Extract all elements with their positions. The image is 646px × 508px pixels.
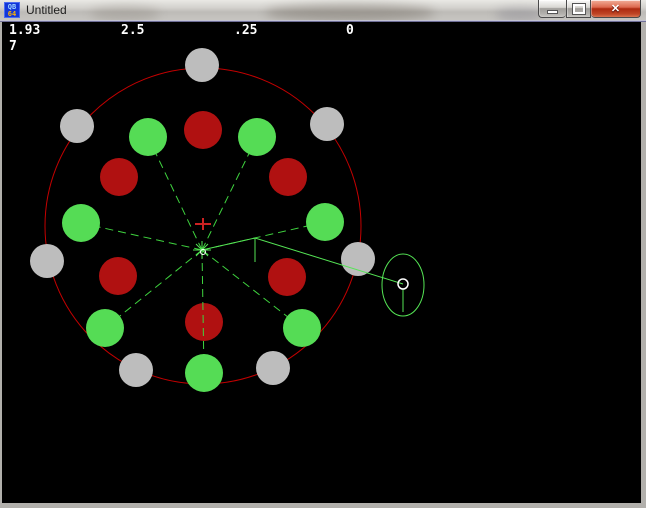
titlebar-bottom-edge [0,20,646,22]
readout-value-3: .25 [234,23,257,39]
readout-value-2: 2.5 [121,23,144,39]
maximize-icon [573,4,585,14]
minimize-icon [547,10,558,14]
qb64-program-window: 1.93 2.5 .25 0 7 QB 64 Untitled ✕ [0,0,646,508]
glass-smudge [265,4,435,20]
maximize-button[interactable] [566,0,591,18]
readout-value-5: 7 [9,39,17,55]
program-canvas[interactable] [2,22,641,503]
minimize-button[interactable] [538,0,566,18]
readout-value-1: 1.93 [9,23,40,39]
close-button[interactable]: ✕ [591,0,641,18]
readout-value-4: 0 [346,23,354,39]
glass-smudge [90,6,160,20]
app-icon-text-bottom: 64 [5,11,19,18]
close-icon: ✕ [611,1,620,17]
caption-button-group: ✕ [538,0,641,18]
qb64-app-icon[interactable]: QB 64 [4,2,20,18]
window-title: Untitled [26,3,67,17]
